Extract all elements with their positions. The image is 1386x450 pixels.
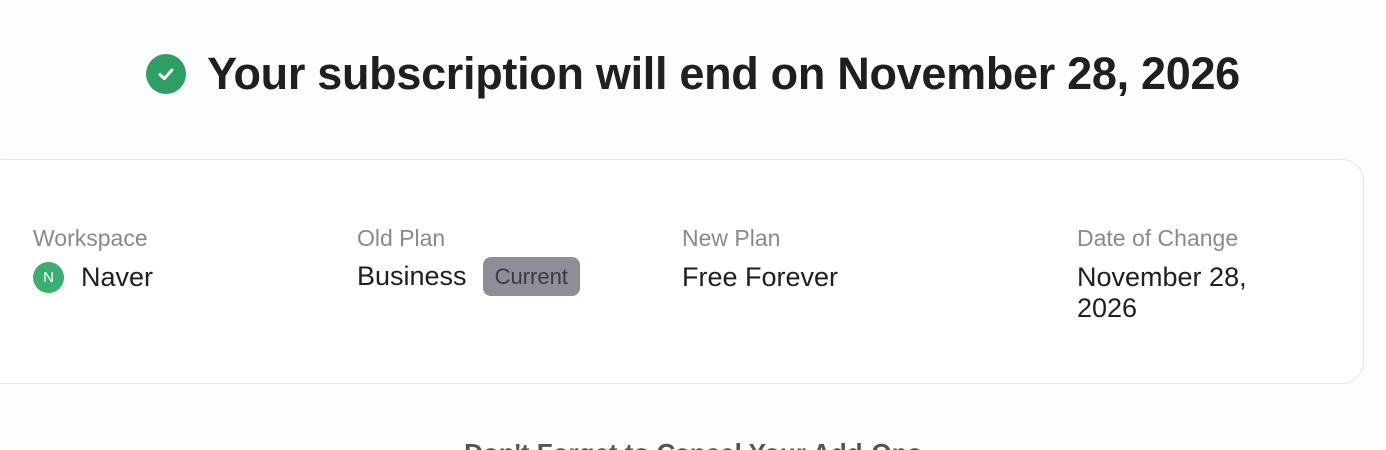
page-title: Your subscription will end on November 2… [207, 48, 1240, 99]
addons-heading: Don't Forget to Cancel Your Add-Ons [0, 438, 1386, 450]
check-circle-icon [146, 54, 187, 94]
old-plan-value: Business Current [357, 257, 580, 296]
workspace-name: Naver [81, 262, 154, 292]
new-plan-value: Free Forever [682, 262, 839, 292]
new-plan-column: New Plan Free Forever [682, 224, 838, 293]
old-plan-name: Business [357, 261, 467, 291]
date-of-change-label: Date of Change [1077, 225, 1239, 251]
workspace-column: Workspace N Naver [33, 224, 153, 293]
confirmation-header: Your subscription will end on November 2… [0, 48, 1386, 100]
old-plan-label: Old Plan [357, 225, 446, 251]
new-plan-label: New Plan [682, 225, 781, 251]
workspace-avatar: N [33, 262, 64, 293]
plan-change-summary-card: Workspace N Naver Old Plan Business Curr… [0, 159, 1364, 384]
date-of-change-value: November 28, 2026 [1077, 262, 1247, 323]
date-of-change-column: Date of Change November 28, 2026 [1077, 224, 1287, 324]
old-plan-column: Old Plan Business Current [357, 224, 580, 296]
workspace-label: Workspace [33, 225, 148, 251]
workspace-value: N Naver [33, 262, 153, 293]
current-plan-badge: Current [482, 257, 580, 296]
subscription-confirmation-page: Your subscription will end on November 2… [0, 0, 1386, 450]
